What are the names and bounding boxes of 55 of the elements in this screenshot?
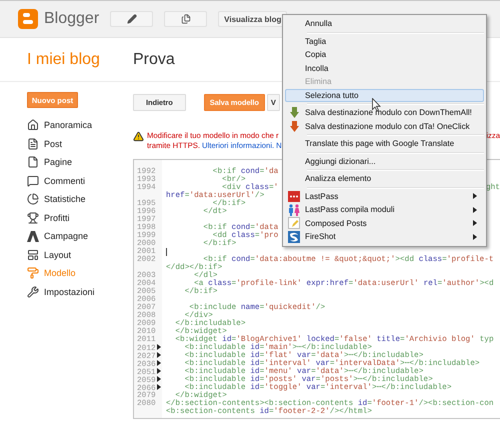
sidebar-icon	[27, 174, 39, 187]
menu-item[interactable]: Analizza elemento	[285, 172, 484, 186]
menu-item[interactable]: LastPass	[285, 190, 484, 203]
blog-title: Prova	[133, 50, 175, 68]
sidebar-item[interactable]: Post	[27, 134, 133, 153]
people-icon	[288, 204, 300, 216]
sidebar-icon	[27, 138, 39, 150]
pages-icon	[180, 14, 191, 24]
sidebar-icon	[27, 193, 39, 206]
menu-item[interactable]: Annulla	[285, 17, 484, 30]
dots-icon	[288, 190, 300, 202]
download-arrow-icon	[290, 107, 298, 118]
sidebar-icon	[27, 119, 39, 132]
sidebar-item[interactable]: Pagine	[27, 153, 133, 172]
menu-item[interactable]: Incolla	[285, 62, 484, 75]
warning-icon	[133, 131, 144, 142]
sidebar-icon	[27, 156, 39, 168]
sidebar-icon	[27, 248, 39, 261]
menu-item[interactable]: Salva destinazione modulo con dTa! OneClick	[285, 120, 484, 133]
sidebar-item[interactable]: Impostazioni	[27, 282, 133, 301]
sidebar-item[interactable]: Panoramica	[27, 116, 133, 134]
sidebar-item[interactable]: Layout	[27, 246, 133, 264]
view-blog-button[interactable]: Visualizza blog	[218, 11, 288, 27]
menu-item[interactable]: Copia	[285, 48, 484, 62]
menu-item[interactable]: Composed Posts	[285, 216, 484, 230]
tent-icon	[27, 230, 39, 242]
blogger-logo-icon	[18, 9, 38, 29]
sidebar-icon	[27, 212, 39, 224]
menu-item[interactable]: Aggiungi dizionari...	[285, 154, 484, 168]
sidebar-icon	[27, 286, 39, 298]
edit-button[interactable]	[110, 11, 154, 27]
sidebar-icon	[27, 267, 39, 280]
section-title: I miei blog	[26, 50, 101, 68]
sidebar-item[interactable]: Profitti	[27, 208, 133, 227]
brand-name: Blogger	[44, 10, 100, 28]
fireshot-icon	[288, 230, 300, 243]
sidebar-item[interactable]: Commenti	[27, 172, 133, 190]
sidebar-item[interactable]: Campagne	[27, 227, 133, 246]
note-pencil-icon	[288, 217, 300, 230]
fold-arrow-icon[interactable]	[156, 344, 161, 350]
posts-button[interactable]	[164, 11, 208, 27]
sidebar-item[interactable]: Statistiche	[27, 190, 133, 208]
menu-item[interactable]: LastPass compila moduli	[285, 203, 484, 216]
fold-arrow-icon[interactable]	[156, 360, 161, 366]
fold-arrow-icon[interactable]	[156, 376, 161, 382]
fold-arrow-icon[interactable]	[156, 384, 161, 390]
menu-item[interactable]: FireShot	[285, 230, 484, 244]
pencil-icon	[126, 14, 137, 24]
fold-arrow-icon[interactable]	[156, 368, 161, 374]
fold-arrow-icon[interactable]	[156, 352, 161, 358]
menu-item[interactable]: Translate this page with Google Translate	[285, 137, 484, 150]
menu-item[interactable]: Salva destinazione modulo con DownThemAll!	[285, 106, 484, 120]
menu-item[interactable]: Taglia	[285, 34, 484, 48]
menu-item[interactable]: Seleziona tutto	[285, 88, 484, 102]
download-arrow-icon	[290, 120, 298, 132]
